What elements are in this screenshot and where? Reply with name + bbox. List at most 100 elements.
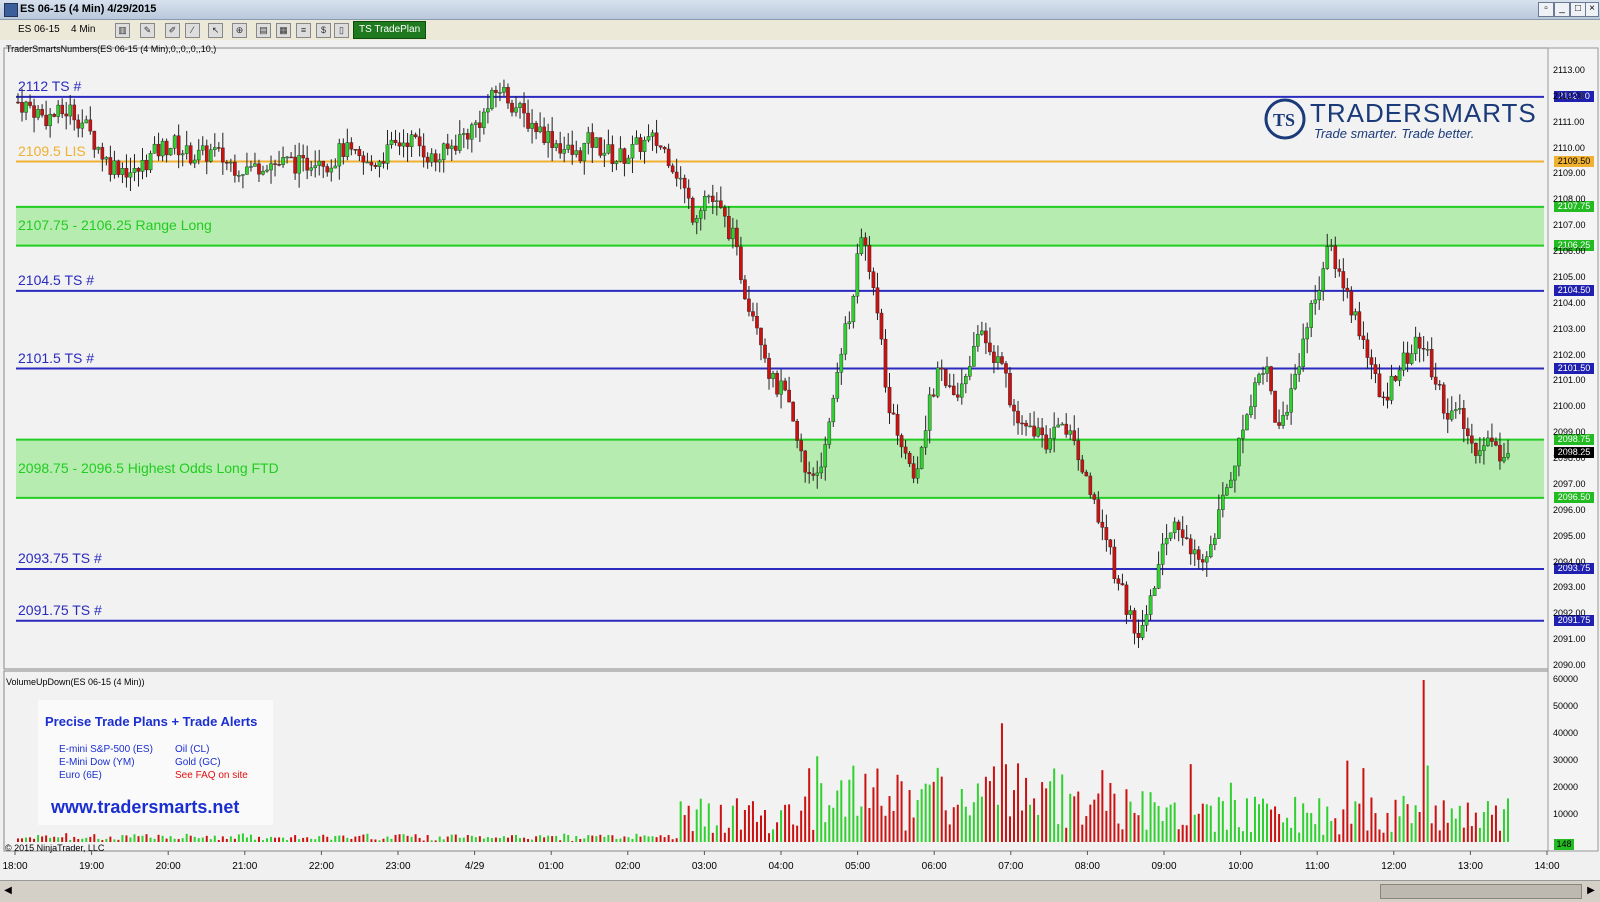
candle-body [249,166,253,168]
candle-body [654,132,659,146]
candle-body [1421,348,1426,350]
candle-body [1405,352,1410,364]
candle-body [883,338,888,388]
candle-body [996,356,1000,363]
candle-body [285,156,289,159]
candle-body [795,421,799,441]
candle-body [851,296,856,323]
candle-body [1036,427,1040,437]
candle-body [1377,373,1382,398]
promo-list-left: E-mini S&P-500 (ES) E-Mini Dow (YM) Euro… [59,743,153,782]
candle-body [642,139,647,152]
candle-body [867,245,872,272]
candle-body [301,155,305,159]
promo-url[interactable]: www.tradersmarts.net [51,797,239,818]
candle-body [1004,363,1008,374]
candle-body [1313,299,1318,304]
candle-body [393,139,398,143]
indicator-top-label: TraderSmartsNumbers(ES 06-15 (4 Min),0,,… [6,44,217,54]
candle-body [1445,412,1450,420]
candle-body [899,435,904,448]
candle-body [229,161,233,164]
candle-body [574,150,579,155]
candle-body [225,162,229,164]
candle-body [939,367,944,370]
candle-body [674,171,679,179]
candle-body [96,147,101,150]
candle-body [333,165,338,169]
candle-body [578,150,583,162]
candle-body [1373,364,1378,374]
volume-tick-label: 50000 [1553,701,1579,711]
candle-body [1040,427,1044,436]
candle-body [461,133,466,135]
candle-body [1192,549,1197,555]
candle-body [1273,390,1277,423]
candle-body [1213,538,1217,545]
horizontal-scrollbar[interactable]: ◀ ▶ [0,880,1600,902]
scroll-left-icon[interactable]: ◀ [2,884,14,897]
time-tick-label: 01:00 [538,861,564,872]
candle-body [1470,435,1474,444]
candle-body [470,124,474,140]
level-label: 2104.5 TS # [18,271,95,288]
candle-body [662,146,667,150]
candle-body [80,122,85,129]
candle-body [140,160,145,172]
candle-body [1353,311,1358,316]
candle-body [498,92,502,94]
candle-body [1241,429,1245,439]
candle-body [690,197,695,223]
candle-body [630,144,635,159]
candle-body [349,142,354,150]
candle-body [1020,422,1024,425]
zone-label: 2098.75 - 2096.5 Highest Odds Long FTD [18,459,279,476]
level-price-tag: 2104.50 [1554,284,1594,296]
candle-body [1417,336,1422,349]
candle-body [52,114,56,117]
candle-body [859,237,864,254]
level-label: 2109.5 LIS [18,142,86,159]
time-tick-label: 03:00 [691,861,717,872]
candle-body [984,330,988,344]
candle-body [1032,425,1036,437]
scroll-thumb[interactable] [1380,884,1582,899]
candle-body [759,327,763,346]
candle-body [60,104,64,115]
candle-body [152,143,157,154]
logo-tagline: Trade smarter. Trade better. [1314,126,1474,141]
candle-body [148,153,153,171]
price-tick-label: 2106.00 [1553,246,1586,257]
candle-body [373,165,378,167]
volume-tag: 148 [1554,839,1574,850]
candle-body [546,131,550,144]
candle-body [1361,335,1366,340]
price-panel [3,47,1549,670]
candle-body [413,134,418,137]
candle-body [44,114,48,127]
candle-body [277,164,281,166]
candle-body [389,139,394,145]
candle-body [92,130,97,150]
candle-body [1096,499,1101,523]
candle-body [550,131,554,148]
candle-body [1425,349,1430,351]
candle-body [919,447,924,469]
scroll-right-icon[interactable]: ▶ [1585,884,1597,897]
candle-body [417,136,422,147]
time-tick-label: 05:00 [845,861,871,872]
candle-body [947,385,952,387]
candle-body [582,142,587,162]
candle-body [678,177,683,180]
candle-body [903,446,908,454]
candle-body [1024,422,1028,427]
candle-body [887,387,892,414]
candle-body [217,147,221,149]
candle-body [747,298,751,312]
price-tick-label: 2101.00 [1553,375,1586,386]
candle-body [1365,339,1370,358]
candle-body [1064,423,1069,435]
candle-body [1281,415,1285,426]
candle-body [594,137,599,148]
candle-body [482,111,486,128]
